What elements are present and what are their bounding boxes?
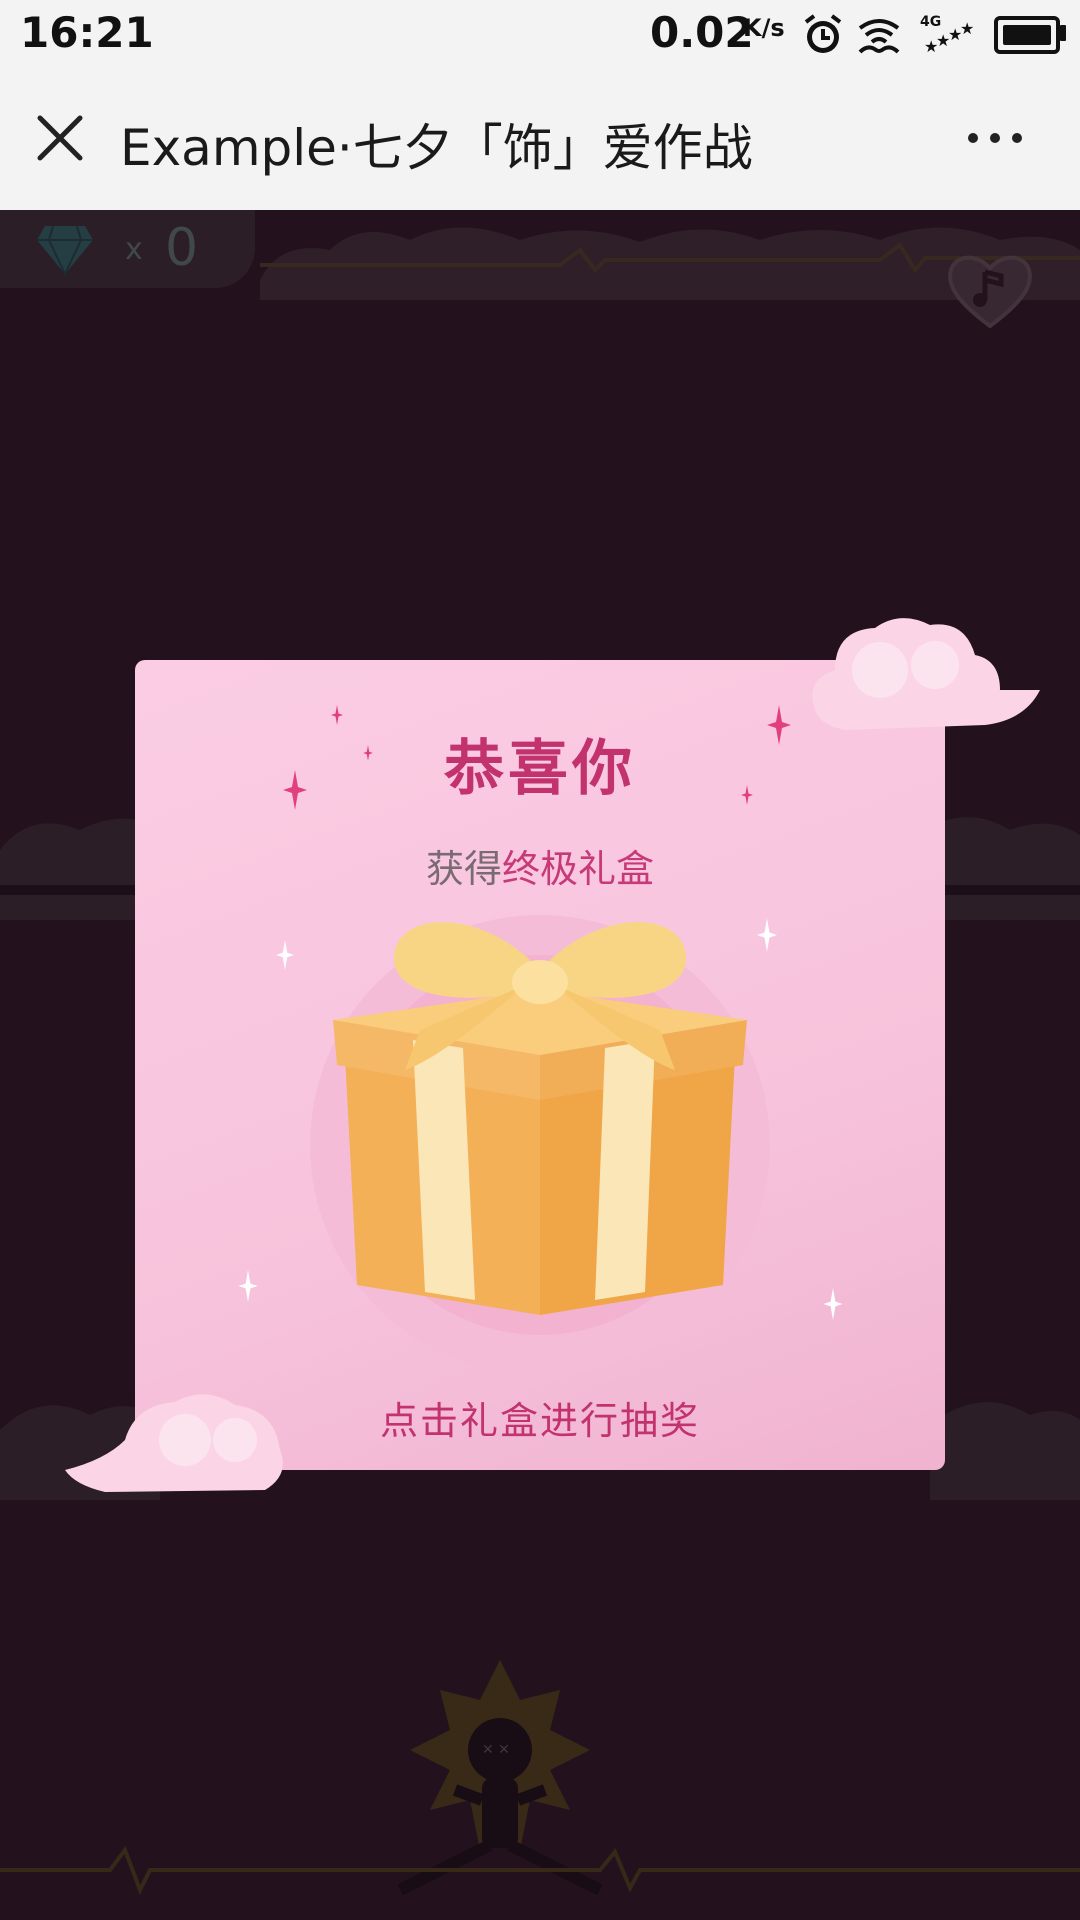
decorative-cloud	[812, 618, 1040, 730]
gift-box-icon[interactable]	[285, 890, 795, 1370]
sparkle-icon	[741, 785, 753, 805]
decorative-cloud	[65, 1394, 283, 1492]
close-icon[interactable]	[32, 110, 88, 166]
sparkle-icon	[363, 745, 373, 761]
wifi-icon	[858, 19, 900, 54]
sparkle-icon	[767, 705, 791, 745]
subtitle-highlight: 终极礼盒	[502, 847, 655, 891]
subtitle-prefix: 获得	[425, 847, 502, 891]
battery-tip	[1060, 25, 1066, 41]
status-bar: 16:21 0.02 K/s 4G ★ ★ ★ ★	[0, 0, 1080, 70]
svg-text:★: ★	[960, 19, 974, 38]
alarm-icon	[804, 14, 842, 53]
sparkle-icon	[823, 1288, 843, 1320]
signal-icon: ★ ★ ★ ★	[924, 19, 974, 56]
sparkle-icon	[238, 1270, 258, 1302]
sparkle-icon	[331, 705, 343, 725]
sparkle-icon	[283, 770, 307, 810]
more-icon[interactable]	[965, 110, 1025, 166]
network-speed-unit: K/s	[743, 14, 785, 42]
nav-bar: Example·七夕「饰」爱作战	[0, 70, 1080, 211]
status-time: 16:21	[20, 8, 154, 57]
dialog-subtitle: 获得终极礼盒	[135, 838, 945, 893]
battery-icon	[994, 16, 1060, 54]
network-speed: 0.02	[650, 8, 754, 57]
page-title: Example·七夕「饰」爱作战	[120, 119, 753, 177]
reward-dialog: 恭喜你 获得终极礼盒 点击礼盒进行抽奖	[135, 660, 945, 1470]
